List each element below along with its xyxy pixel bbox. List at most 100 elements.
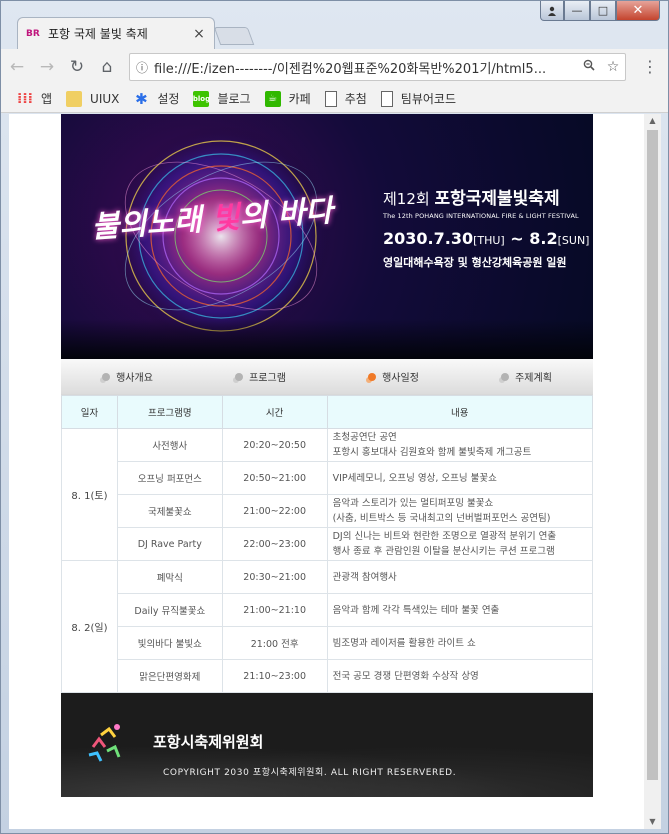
description-line: DJ의 신나는 비트와 현란한 조명으로 열광적 분위기 연출 <box>332 531 557 542</box>
scroll-down-icon[interactable]: ▼ <box>644 815 661 829</box>
date-separator: ~ <box>510 229 524 248</box>
schedule-body: 8. 1(토) 사전행사 20:20~20:50 초청공연단 공연 포항시 홍보대사 김… <box>61 428 594 693</box>
gear-icon: ✱ <box>135 89 148 108</box>
bookmark-label: UIUX <box>90 91 120 106</box>
calligraphy-part: 불의노래 <box>90 202 203 246</box>
time-cell: 20:30~21:00 <box>221 560 328 594</box>
nav-item-program[interactable]: 프로그램 <box>235 369 286 384</box>
browser-tab[interactable]: BR 포항 국제 불빛 축제 × <box>17 17 215 49</box>
description-line: (사춤, 비트박스 등 국내최고의 넌버벌퍼포먼스 공연팀) <box>332 513 551 524</box>
description-line: 관광객 참여행사 <box>332 571 397 583</box>
festival-page: 불의노래 빛의 바다 제12회 포항국제불빛축제 The 12th POHANG… <box>61 114 594 797</box>
festival-title: 포항국제불빛축제 <box>434 189 560 209</box>
title-bar: BR 포항 국제 불빛 축제 × — □ ✕ <box>1 1 668 49</box>
bookmark-blog[interactable]: blog 블로그 <box>193 90 251 107</box>
calligraphy-part: 의 바다 <box>238 193 334 236</box>
program-cell: DJ Rave Party <box>116 527 223 561</box>
program-cell: 빛의바다 불빛쇼 <box>116 626 223 660</box>
date-cell: 8. 1(토) <box>61 428 118 561</box>
user-icon[interactable] <box>540 1 564 21</box>
program-cell: 맑은단편영화제 <box>116 659 223 693</box>
home-icon[interactable]: ⌂ <box>93 53 121 81</box>
table-row: 8. 2(일) 폐막식 20:30~21:00 관광객 참여행사 <box>61 560 594 693</box>
doc-icon <box>324 90 337 107</box>
description-cell: 음악과 스토리가 있는 멀티퍼포밍 불꽃쇼 (사춤, 비트박스 등 국내최고의 넌… <box>326 494 594 528</box>
description-line: 음악과 스토리가 있는 멀티퍼포밍 불꽃쇼 <box>332 498 494 509</box>
date-start: 2030.7.30 <box>383 229 474 248</box>
hero-edition: 제12회 포항국제불빛축제 <box>383 184 560 209</box>
scroll-up-icon[interactable]: ▲ <box>644 114 661 128</box>
back-icon[interactable]: ← <box>3 53 31 81</box>
nav-item-overview[interactable]: 행사개요 <box>102 369 153 384</box>
url-text[interactable]: file:///E:/izen--------/이젠컴%20웹표준%20화목반%… <box>154 58 577 77</box>
time-cell: 21:00~22:00 <box>221 494 328 528</box>
description-cell: DJ의 신나는 비트와 현란한 조명으로 열광적 분위기 연출행사 종료 후 관… <box>326 527 594 561</box>
table-row: 맑은단편영화제 21:10~23:00 전국 공모 경쟁 단편영화 수상작 상영 <box>62 659 594 693</box>
time-cell: 21:10~23:00 <box>221 659 328 693</box>
address-bar[interactable]: ⓘ file:///E:/izen--------/이젠컴%20웹표준%20화목… <box>129 53 626 81</box>
english-title: The 12th POHANG INTERNATIONAL FIRE & LIG… <box>383 212 579 220</box>
bookmark-label: 블로그 <box>217 92 251 106</box>
nav-item-schedule[interactable]: 행사일정 <box>368 369 419 384</box>
time-cell: 21:00~21:10 <box>221 593 328 627</box>
description-cell: 전국 공모 경쟁 단편영화 수상작 상영 <box>326 659 594 693</box>
footer-org-name: 포항시축제위원회 <box>153 733 264 751</box>
program-cell: Daily 뮤직불꽃쇼 <box>116 593 223 627</box>
schedule-table: 일자 프로그램명 시간 내용 8. 1(토) 사전행사 20:20~20:50 초청공… <box>61 395 594 693</box>
bookmark-settings[interactable]: ✱ 설정 <box>133 89 179 108</box>
column-header: 시간 <box>221 395 328 429</box>
footer-copyright: COPYRIGHT 2030 포항시축제위원회. ALL RIGHT RESER… <box>163 768 457 778</box>
favicon-icon: BR <box>26 28 40 39</box>
scroll-thumb[interactable] <box>647 130 658 780</box>
close-window-button[interactable]: ✕ <box>616 1 660 21</box>
forward-icon[interactable]: → <box>33 53 61 81</box>
table-row: 국제불꽃쇼 21:00~22:00 음악과 스토리가 있는 멀티퍼포밍 불꽃쇼 (사춤… <box>62 494 594 528</box>
description-line: 포항시 홍보대사 김원효와 함께 불빛축제 개그공트 <box>332 447 532 458</box>
bookmark-apps[interactable]: ⁞⁞⁞ 앱 <box>17 90 52 107</box>
maximize-button[interactable]: □ <box>590 1 616 21</box>
folder-icon <box>66 90 83 107</box>
bookmark-cafe[interactable]: ☕ 카페 <box>264 90 311 107</box>
minimize-button[interactable]: — <box>564 1 590 21</box>
date-end-day: [SUN] <box>557 234 590 247</box>
date-start-day: [THU] <box>473 234 505 247</box>
bullet-icon <box>501 372 510 381</box>
description-cell: 초청공연단 공연포항시 홍보대사 김원효와 함께 불빛축제 개그공트 <box>326 428 594 462</box>
page-viewport: 불의노래 빛의 바다 제12회 포항국제불빛축제 The 12th POHANG… <box>9 114 661 829</box>
bullet-icon <box>235 372 244 381</box>
nav-label: 주제계획 <box>515 373 552 384</box>
program-cell: 폐막식 <box>116 560 223 594</box>
cafe-icon: ☕ <box>264 90 281 107</box>
description-line: 전국 공모 경쟁 단편영화 수상작 상영 <box>332 670 479 682</box>
nav-label: 행사일정 <box>382 373 419 384</box>
tab-close-icon[interactable]: × <box>192 26 206 42</box>
description-line: 음악과 함께 각각 특색있는 테마 불꽃 연출 <box>332 604 500 616</box>
hero-banner: 불의노래 빛의 바다 제12회 포항국제불빛축제 The 12th POHANG… <box>61 114 593 359</box>
browser-window: BR 포항 국제 불빛 축제 × — □ ✕ ← → ↻ ⌂ ⓘ file://… <box>0 0 669 834</box>
description-cell: 음악과 함께 각각 특색있는 테마 불꽃 연출 <box>326 593 594 627</box>
bookmark-label: 팀뷰어코드 <box>400 92 456 106</box>
bookmark-star-icon[interactable]: ☆ <box>601 59 625 75</box>
browser-toolbar: ← → ↻ ⌂ ⓘ file:///E:/izen--------/이젠컴%20… <box>1 49 668 85</box>
bookmarks-bar: ⁞⁞⁞ 앱 UIUX ✱ 설정 blog 블로그 ☕ 카페 추첨 팀뷰어코드 <box>1 85 668 113</box>
calligraphy-highlight: 빛 <box>210 200 241 237</box>
description-line: 초청공연단 공연 <box>332 432 397 443</box>
reload-icon[interactable]: ↻ <box>63 53 91 81</box>
vertical-scrollbar[interactable]: ▲ ▼ <box>644 114 661 829</box>
zoom-icon[interactable] <box>577 59 601 75</box>
menu-icon[interactable]: ⋮ <box>642 59 658 75</box>
table-row: Daily 뮤직불꽃쇼 21:00~21:10 음악과 함께 각각 특색있는 테마 … <box>62 593 594 627</box>
bookmark-uiux[interactable]: UIUX <box>66 90 120 107</box>
time-cell: 20:50~21:00 <box>221 461 328 495</box>
new-tab-button[interactable] <box>213 27 255 45</box>
time-cell: 20:20~20:50 <box>221 428 328 462</box>
nav-item-theme[interactable]: 주제계획 <box>501 369 552 384</box>
description-line: 행사 종료 후 관람인원 이탈을 분산시키는 쿠션 프로그램 <box>332 546 555 557</box>
bookmark-teamviewer[interactable]: 팀뷰어코드 <box>380 90 456 107</box>
bookmark-lottery[interactable]: 추첨 <box>324 90 367 107</box>
city-skyline <box>61 319 593 359</box>
table-row: 빛의바다 불빛쇼 21:00 전후 빔조명과 레이저를 활용한 라이트 쇼 <box>62 626 594 660</box>
program-cell: 국제불꽃쇼 <box>116 494 223 528</box>
info-icon[interactable]: ⓘ <box>130 59 154 76</box>
nav-label: 프로그램 <box>249 373 286 384</box>
